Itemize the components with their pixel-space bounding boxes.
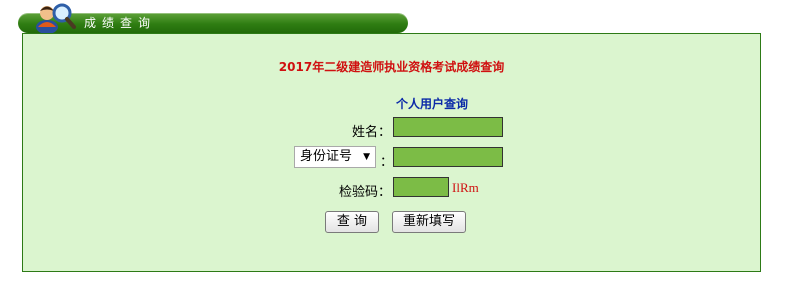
user-search-icon [36,3,76,34]
header-tab: 成绩查询 [18,13,408,33]
id-type-select[interactable]: 身份证号 ▼ [294,146,376,168]
captcha-image[interactable]: IlRm [452,180,479,196]
reset-button[interactable]: 重新填写 [392,211,466,233]
name-label: 姓名： [351,125,391,140]
id-number-field[interactable] [393,147,503,167]
id-type-selected: 身份证号 [300,149,353,164]
page-title: 2017年二级建造师执业资格考试成绩查询 [278,60,505,74]
section-title: 个人用户查询 [396,97,469,111]
id-colon-label: ： [380,155,394,170]
query-panel: 2017年二级建造师执业资格考试成绩查询 个人用户查询 姓名： 身份证号 ▼ ：… [22,33,761,272]
captcha-label: 检验码： [338,185,391,200]
captcha-field[interactable] [393,177,449,197]
name-field[interactable] [393,117,503,137]
chevron-down-icon: ▼ [363,152,370,162]
header-title: 成绩查询 [84,16,157,30]
query-button[interactable]: 查 询 [325,211,379,233]
